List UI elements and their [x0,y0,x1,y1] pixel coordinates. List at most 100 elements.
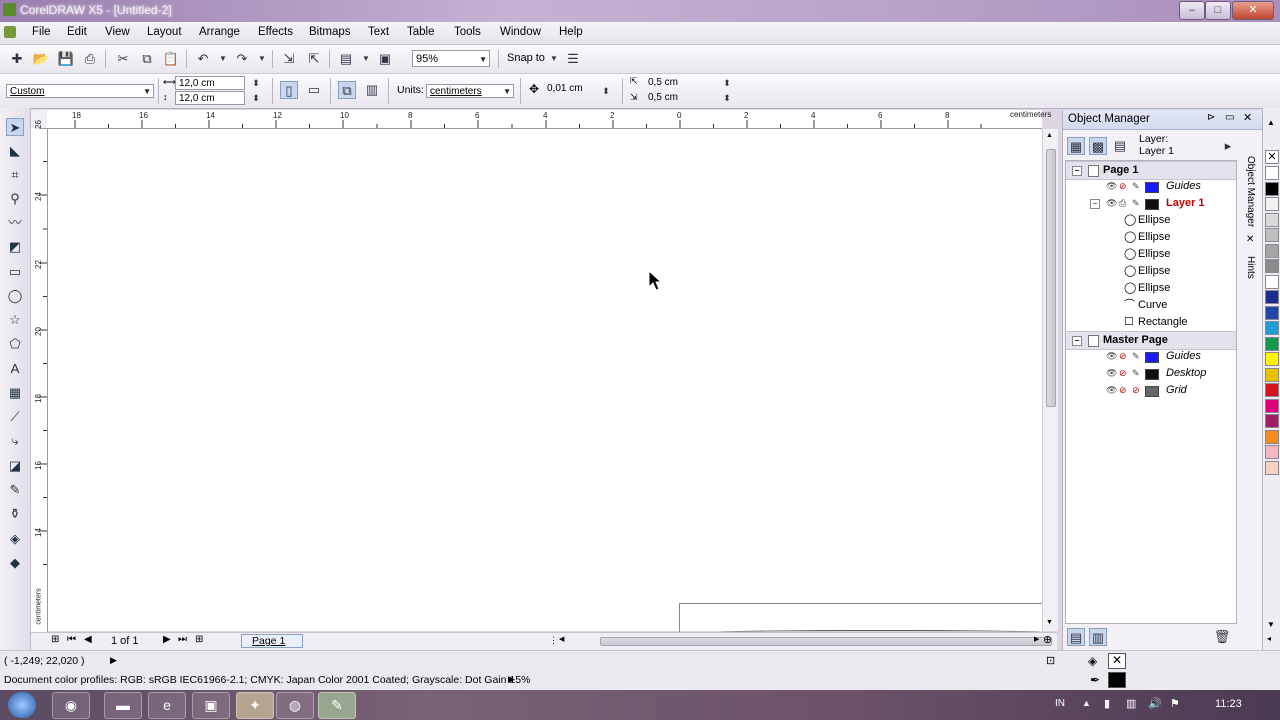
nudge-field[interactable]: 0,01 cm [544,82,596,96]
basic-shapes-tool-icon[interactable]: ⬠ [6,335,24,353]
color-swatch[interactable] [1265,166,1279,180]
new-icon[interactable]: ✚ [8,50,26,68]
status-arrow-icon[interactable]: ▶ [110,655,117,666]
width-spinner-icon[interactable]: ⬍ [247,76,265,90]
docker-minimize-icon[interactable]: ▭ [1225,112,1234,123]
editable-icon[interactable]: ✎ [1132,195,1140,212]
menu-table[interactable]: Table [407,26,435,38]
tree-object-curve[interactable]: ⌒ Curve [1066,297,1236,314]
color-swatch[interactable] [1265,228,1279,242]
menu-layout[interactable]: Layout [147,26,182,38]
color-swatch[interactable] [1265,305,1279,320]
cut-icon[interactable]: ✂ [114,50,132,68]
printable-icon[interactable]: ⊘ [1119,365,1127,382]
visibility-icon[interactable]: 👁 [1106,178,1117,195]
editable-icon[interactable]: ✎ [1132,365,1140,382]
page-tab[interactable]: Page 1 [241,634,303,648]
tab-close-icon[interactable]: ✕ [1246,234,1254,245]
tab-object-manager[interactable]: Object Manager [1245,156,1256,227]
color-swatch[interactable] [1265,197,1279,211]
color-swatch[interactable] [1265,445,1279,459]
welcome-icon[interactable]: ▣ [376,50,394,68]
drawing-canvas[interactable] [48,129,1042,631]
horizontal-scroll-thumb[interactable] [600,637,1052,646]
menu-effects[interactable]: Effects [258,26,293,38]
editable-icon[interactable]: ✎ [1132,178,1140,195]
menu-bitmaps[interactable]: Bitmaps [309,26,351,38]
new-master-layer-icon[interactable]: ▥ [1089,628,1107,646]
printable-icon[interactable]: ⎙ [1119,195,1126,212]
edit-across-layers-icon[interactable]: ▩ [1089,137,1107,155]
menu-edit[interactable]: Edit [67,26,87,38]
palette-scroll-up-icon[interactable]: ▲ [1267,118,1275,127]
document-icon[interactable] [4,26,16,38]
delete-icon[interactable]: 🗑 [1213,628,1231,646]
docker-close-icon[interactable]: ✕ [1243,111,1252,124]
all-pages-icon[interactable]: ⧉ [338,81,356,99]
taskbar-explorer-icon[interactable]: ▬ [104,692,142,719]
color-swatch[interactable] [1265,367,1279,382]
palette-scroll-down-icon[interactable]: ▼ [1267,620,1275,629]
color-swatch[interactable] [1265,429,1279,444]
shape-tool-icon[interactable]: ◣ [6,142,24,160]
minimize-button[interactable]: – [1179,1,1205,20]
snap-to-button[interactable]: Snap to [507,52,545,64]
navigator-icon[interactable]: ⊕ [1043,633,1052,646]
ellipse-tool-icon[interactable]: ◯ [6,287,24,305]
export-icon[interactable]: ⇱ [305,50,323,68]
taskbar-coreldraw-icon[interactable]: ✎ [318,692,356,719]
text-tool-icon[interactable]: A [6,360,24,378]
network-icon[interactable]: ▥ [1126,697,1136,710]
show-properties-icon[interactable]: ▦ [1067,137,1085,155]
tree-object-ellipse[interactable]: ◯ Ellipse [1066,212,1236,229]
table-tool-icon[interactable]: ▦ [6,384,24,402]
nudge-spinner-icon[interactable]: ⬍ [597,82,615,100]
battery-icon[interactable]: ▮ [1104,697,1110,710]
menu-help[interactable]: Help [559,26,583,38]
landscape-icon[interactable]: ▭ [305,81,323,99]
color-swatch[interactable] [1265,414,1279,428]
crop-tool-icon[interactable]: ⌗ [6,166,24,184]
fill-bucket-icon[interactable]: ◈ [1088,654,1097,668]
color-swatch[interactable] [1265,243,1279,258]
vertical-ruler[interactable]: 26 24 22 20 18 16 14 centimeters [31,120,48,632]
color-swatch[interactable] [1265,321,1279,335]
duplicate-x-spinner-icon[interactable]: ⬍ [718,76,736,90]
tree-grid[interactable]: 👁 ⊘ ⊘ Grid [1066,382,1236,399]
layer-manager-view-icon[interactable]: ▤ [1111,137,1129,155]
editable-icon[interactable]: ✎ [1132,348,1140,365]
collapse-icon[interactable]: − [1072,336,1082,346]
duplicate-y-spinner-icon[interactable]: ⬍ [718,91,736,105]
tray-expand-icon[interactable]: ▲ [1082,698,1091,708]
tab-hints[interactable]: Hints [1245,256,1256,279]
redo-icon[interactable]: ↷ [233,50,251,68]
pick-tool-icon[interactable]: ➤ [6,118,24,136]
next-page-icon[interactable]: ▶ [163,634,171,645]
volume-icon[interactable]: 🔊 [1148,697,1162,710]
menu-tools[interactable]: Tools [454,26,481,38]
color-swatch[interactable] [1265,181,1279,196]
tree-object-ellipse[interactable]: ◯ Ellipse [1066,263,1236,280]
duplicate-x-field[interactable]: 0,5 cm [645,76,715,90]
units-dropdown[interactable]: centimeters ▼ [426,84,514,98]
visibility-icon[interactable]: 👁 [1106,348,1117,365]
polygon-tool-icon[interactable]: ☆ [6,311,24,329]
rectangle-tool-icon[interactable]: ▭ [6,263,24,281]
outline-tool-icon[interactable]: ⚱ [6,505,24,523]
horizontal-ruler[interactable]: 18 16 14 12 10 8 6 4 2 0 2 4 6 8 centime… [47,110,1051,129]
collapse-icon[interactable]: − [1090,199,1100,209]
tree-guides-layer[interactable]: 👁 ⊘ ✎ Guides [1066,178,1236,195]
editable-icon[interactable]: ⊘ [1132,382,1140,399]
zoom-dropdown[interactable]: 95% ▼ [412,50,490,67]
tree-object-ellipse[interactable]: ◯ Ellipse [1066,229,1236,246]
printable-icon[interactable]: ⊘ [1119,348,1127,365]
taskbar-app1-icon[interactable]: ▣ [192,692,230,719]
scroll-left-icon[interactable]: ◀ [559,635,564,643]
page-width-field[interactable]: 12,0 cm [175,76,245,90]
splitter-icon[interactable]: ⋮ [549,635,558,646]
previous-page-icon[interactable]: ◀ [84,634,92,645]
duplicate-y-field[interactable]: 0,5 cm [645,91,715,105]
scroll-right-icon[interactable]: ▶ [1034,635,1039,643]
redo-dropdown-icon[interactable]: ▼ [253,50,271,68]
color-swatch[interactable] [1265,352,1279,366]
